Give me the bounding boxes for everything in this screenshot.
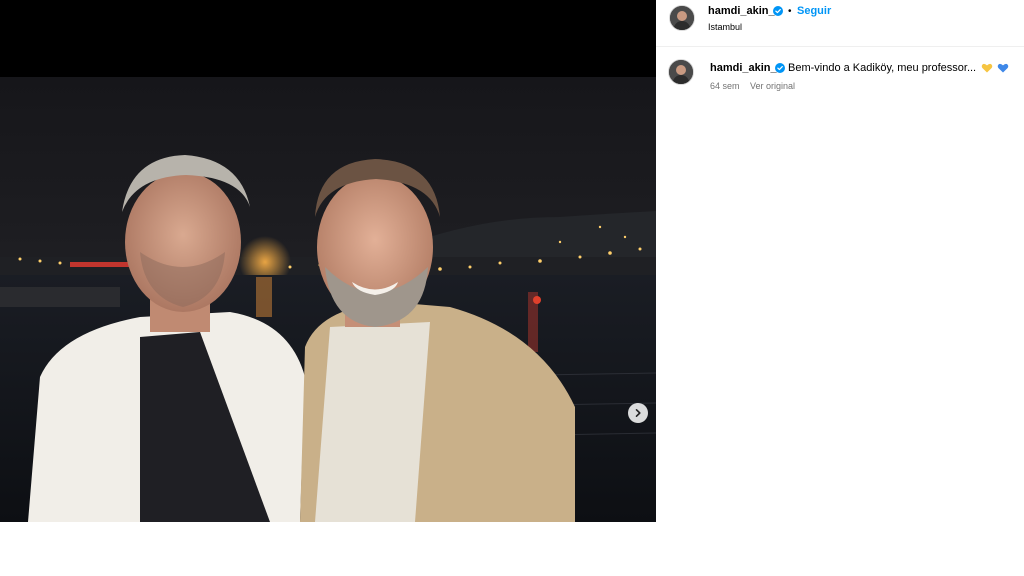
post-photo[interactable] [0, 77, 656, 522]
verified-badge-icon [775, 63, 785, 73]
header-separator: • [788, 6, 792, 17]
post-side-panel: hamdi_akin_ • Seguir Istambul hamdi_akin… [656, 0, 1024, 522]
author-avatar[interactable] [669, 5, 695, 31]
post-location[interactable]: Istambul [708, 22, 742, 32]
author-username[interactable]: hamdi_akin_ [708, 5, 775, 17]
follow-button[interactable]: Seguir [797, 5, 831, 17]
caption-author-username[interactable]: hamdi_akin_ [710, 62, 777, 74]
caption-timestamp[interactable]: 64 sem [710, 81, 740, 91]
post-photo-image [0, 77, 656, 522]
post-header: hamdi_akin_ • Seguir Istambul [656, 0, 1024, 47]
caption-text: Bem-vindo a Kadiköy, meu professor... [788, 62, 977, 74]
avatar-image [669, 60, 693, 84]
chevron-right-icon [635, 409, 641, 417]
next-media-button[interactable] [628, 403, 648, 423]
caption-author-avatar[interactable] [668, 59, 694, 85]
yellow-heart-icon [981, 63, 993, 73]
avatar-image [670, 6, 694, 30]
verified-badge-icon [773, 6, 783, 16]
media-top-letterbox [0, 0, 656, 77]
see-original-button[interactable]: Ver original [750, 81, 795, 91]
blue-heart-icon [997, 63, 1009, 73]
